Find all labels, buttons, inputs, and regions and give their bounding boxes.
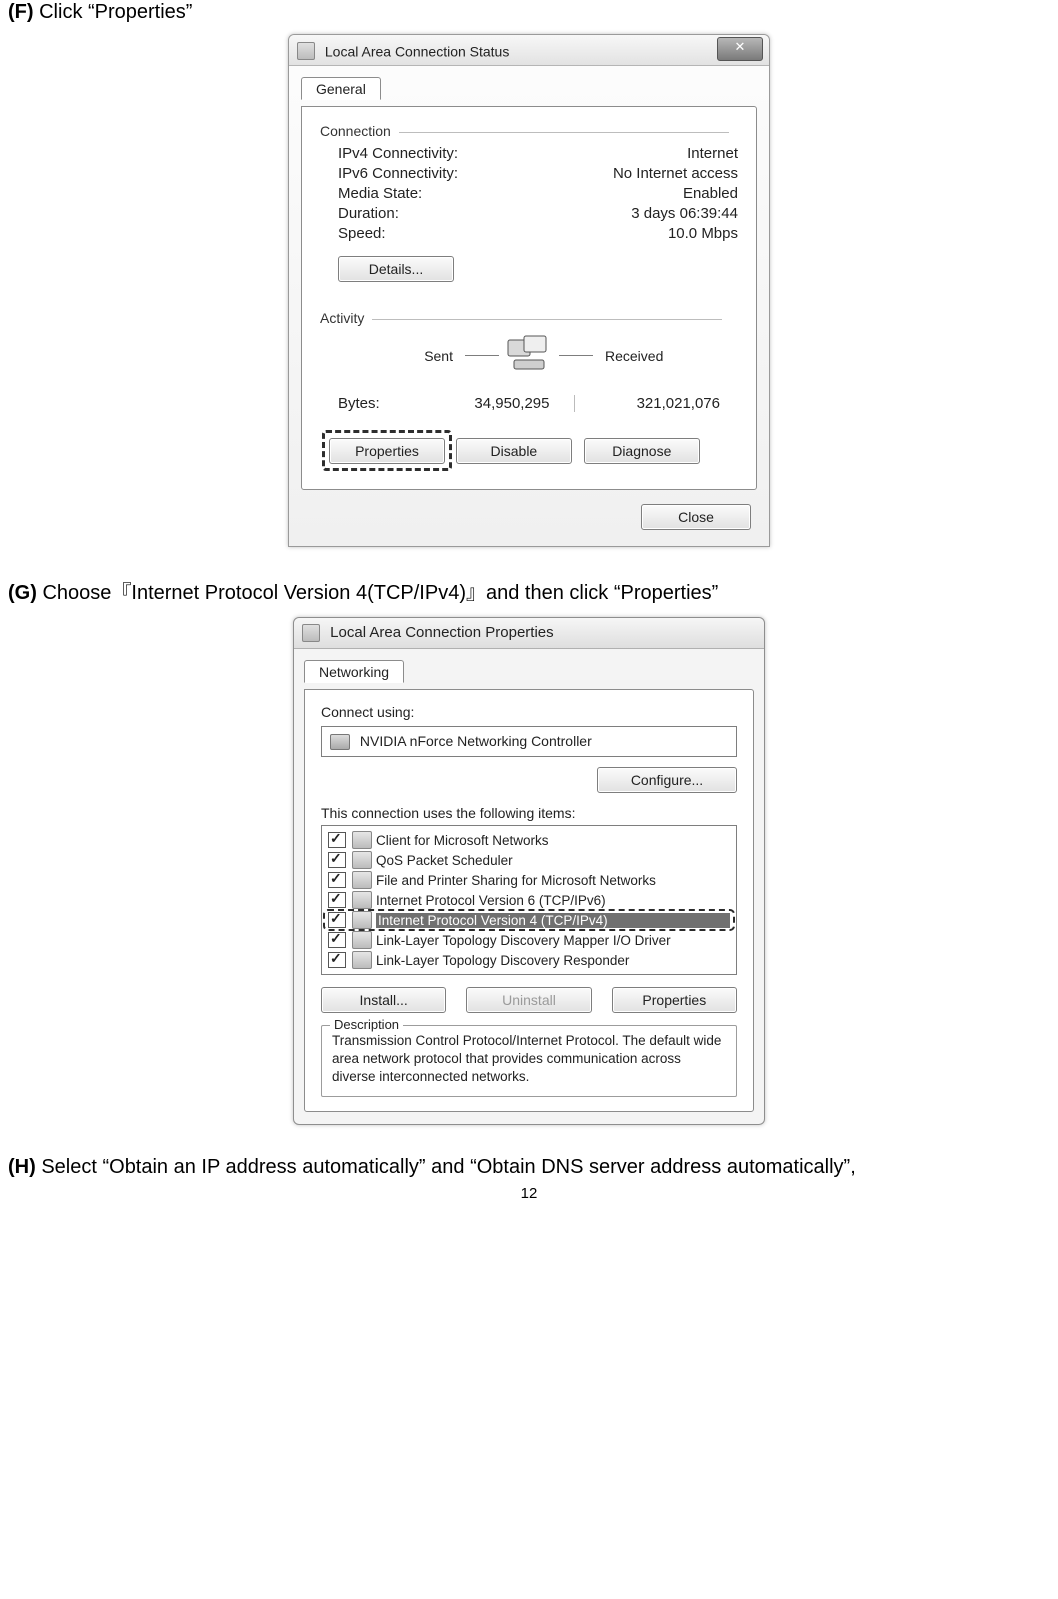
ipv6-value: No Internet access: [613, 165, 738, 182]
list-item-label: Internet Protocol Version 4 (TCP/IPv4): [376, 913, 730, 928]
bytes-sent: 34,950,295: [428, 395, 574, 412]
install-button[interactable]: Install...: [321, 987, 446, 1013]
step-g-label: (G): [8, 582, 37, 604]
step-h: (H) Select “Obtain an IP address automat…: [8, 1155, 1050, 1179]
step-g-text: Choose『Internet Protocol Version 4(TCP/I…: [42, 582, 718, 604]
dialog2-titlebar[interactable]: Local Area Connection Properties: [294, 618, 764, 649]
details-button[interactable]: Details...: [338, 256, 454, 282]
network-icon: [297, 42, 315, 60]
step-f-label: (F): [8, 1, 34, 23]
step-g: (G) Choose『Internet Protocol Version 4(T…: [8, 581, 1050, 605]
dialog1-tabstrip: General: [289, 66, 769, 106]
description-box: Description Transmission Control Protoco…: [321, 1025, 737, 1097]
list-item-label: Internet Protocol Version 6 (TCP/IPv6): [376, 893, 730, 908]
list-item-ipv4[interactable]: Internet Protocol Version 4 (TCP/IPv4): [324, 910, 734, 930]
dialog2-tabstrip: Networking: [294, 649, 764, 689]
checkbox-icon[interactable]: [328, 832, 346, 848]
duration-value: 3 days 06:39:44: [631, 205, 738, 222]
component-icon: [352, 911, 372, 929]
adapter-icon: [330, 734, 350, 750]
diagnose-button[interactable]: Diagnose: [584, 438, 700, 464]
dialog2-title: Local Area Connection Properties: [330, 624, 553, 641]
configure-button[interactable]: Configure...: [597, 767, 737, 793]
component-icon: [352, 871, 372, 889]
component-icon: [352, 891, 372, 909]
component-icon: [352, 951, 372, 969]
dialog1-button-row: Properties Disable Diagnose: [326, 430, 738, 471]
list-item[interactable]: Internet Protocol Version 6 (TCP/IPv6): [324, 890, 734, 910]
step-h-label: (H): [8, 1156, 36, 1178]
description-text: Transmission Control Protocol/Internet P…: [332, 1032, 726, 1086]
page-number: 12: [8, 1185, 1050, 1202]
list-item[interactable]: Client for Microsoft Networks: [324, 830, 734, 850]
disable-button[interactable]: Disable: [456, 438, 572, 464]
divider: [465, 355, 499, 356]
adapter-field[interactable]: NVIDIA nForce Networking Controller: [321, 726, 737, 757]
sent-label: Sent: [338, 348, 465, 364]
items-label: This connection uses the following items…: [321, 805, 737, 821]
list-item-label: QoS Packet Scheduler: [376, 853, 730, 868]
step-f-text: Click “Properties”: [39, 1, 192, 23]
checkbox-icon[interactable]: [328, 892, 346, 908]
component-icon: [352, 831, 372, 849]
dialog2-body: Connect using: NVIDIA nForce Networking …: [304, 689, 754, 1112]
speed-value: 10.0 Mbps: [668, 225, 738, 242]
description-label: Description: [330, 1017, 403, 1032]
tab-networking[interactable]: Networking: [304, 660, 404, 683]
properties-button[interactable]: Properties: [329, 438, 445, 464]
step-h-text: Select “Obtain an IP address automatical…: [41, 1156, 855, 1178]
step-f: (F) Click “Properties”: [8, 0, 1050, 24]
media-label: Media State:: [338, 185, 422, 202]
ipv6-label: IPv6 Connectivity:: [338, 165, 458, 182]
checkbox-icon[interactable]: [328, 932, 346, 948]
adapter-name: NVIDIA nForce Networking Controller: [360, 733, 592, 749]
list-item[interactable]: Link-Layer Topology Discovery Mapper I/O…: [324, 930, 734, 950]
received-label: Received: [593, 348, 720, 364]
connection-status-dialog: Local Area Connection Status ✕ General C…: [288, 34, 770, 547]
list-item-label: Client for Microsoft Networks: [376, 833, 730, 848]
properties-button[interactable]: Properties: [612, 987, 737, 1013]
divider: [559, 355, 593, 356]
media-value: Enabled: [683, 185, 738, 202]
group-connection: Connection: [320, 123, 738, 139]
dialog1-body: Connection IPv4 Connectivity: Internet IP…: [301, 106, 757, 490]
speed-label: Speed:: [338, 225, 386, 242]
list-item[interactable]: File and Printer Sharing for Microsoft N…: [324, 870, 734, 890]
list-item[interactable]: QoS Packet Scheduler: [324, 850, 734, 870]
connection-properties-dialog: Local Area Connection Properties Network…: [293, 617, 765, 1125]
list-item[interactable]: Link-Layer Topology Discovery Responder: [324, 950, 734, 970]
dialog1-title: Local Area Connection Status: [325, 43, 509, 59]
items-listbox[interactable]: Client for Microsoft Networks QoS Packet…: [321, 825, 737, 975]
component-icon: [352, 931, 372, 949]
dialog1-titlebar[interactable]: Local Area Connection Status ✕: [289, 35, 769, 66]
checkbox-icon[interactable]: [328, 872, 346, 888]
list-item-label: Link-Layer Topology Discovery Responder: [376, 953, 730, 968]
close-icon[interactable]: ✕: [717, 37, 763, 61]
checkbox-icon[interactable]: [328, 852, 346, 868]
dialog2-button-row: Install... Uninstall Properties: [321, 987, 737, 1013]
list-item-label: File and Printer Sharing for Microsoft N…: [376, 873, 730, 888]
close-button[interactable]: Close: [641, 504, 751, 530]
ipv4-value: Internet: [687, 145, 738, 162]
connect-using-label: Connect using:: [321, 704, 737, 720]
group-activity: Activity: [320, 310, 738, 326]
uninstall-button: Uninstall: [466, 987, 591, 1013]
checkbox-icon[interactable]: [328, 912, 346, 928]
computers-icon: [499, 334, 559, 377]
tab-general[interactable]: General: [301, 77, 381, 100]
highlight-properties: Properties: [322, 430, 452, 471]
bytes-label: Bytes:: [338, 395, 428, 412]
list-item-label: Link-Layer Topology Discovery Mapper I/O…: [376, 933, 730, 948]
ipv4-label: IPv4 Connectivity:: [338, 145, 458, 162]
duration-label: Duration:: [338, 205, 399, 222]
network-icon: [302, 624, 320, 642]
component-icon: [352, 851, 372, 869]
checkbox-icon[interactable]: [328, 952, 346, 968]
bytes-received: 321,021,076: [575, 395, 721, 412]
